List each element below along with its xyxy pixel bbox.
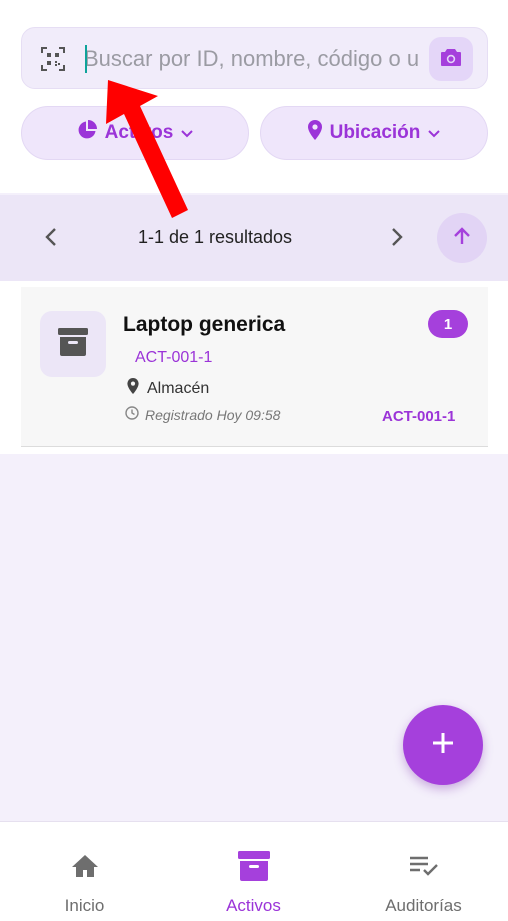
plus-icon — [431, 731, 455, 760]
asset-location: Almacén — [127, 378, 209, 399]
annotation-arrow — [106, 80, 188, 218]
asset-thumbnail — [40, 311, 106, 377]
asset-registered-label: Registrado Hoy 09:58 — [145, 406, 281, 423]
nav-item-auditorias[interactable]: Auditorías — [339, 822, 508, 921]
arrow-up-icon — [452, 226, 472, 251]
text-cursor — [85, 45, 87, 73]
sort-button[interactable] — [437, 213, 487, 263]
asset-code: ACT-001-1 — [135, 349, 213, 366]
location-pin-icon — [307, 120, 322, 146]
chevron-down-icon — [428, 122, 441, 144]
checklist-icon — [409, 850, 439, 882]
nav-label-auditorias: Auditorías — [385, 896, 462, 915]
nav-label-activos: Activos — [226, 896, 281, 915]
clock-icon — [125, 406, 139, 423]
search-input[interactable] — [84, 38, 424, 80]
qr-scan-icon[interactable] — [40, 46, 66, 72]
nav-item-inicio[interactable]: Inicio — [0, 822, 169, 921]
asset-card[interactable]: Laptop generica ACT-001-1 Almacén Regist… — [21, 287, 488, 447]
camera-icon — [440, 47, 462, 72]
filter-ubicacion-label: Ubicación — [329, 122, 421, 143]
nav-item-activos[interactable]: Activos — [169, 822, 338, 921]
asset-location-label: Almacén — [147, 379, 210, 397]
pie-chart-icon — [77, 120, 97, 146]
location-pin-icon — [127, 378, 139, 399]
quantity-badge: 1 — [428, 310, 468, 338]
chevron-left-icon[interactable] — [40, 225, 64, 249]
pagination-bar: 1-1 de 1 resultados — [0, 195, 508, 281]
nav-label-inicio: Inicio — [64, 896, 105, 915]
archive-box-icon — [57, 327, 89, 362]
home-icon — [71, 850, 99, 882]
search-bar[interactable] — [21, 27, 488, 89]
chevron-right-icon[interactable] — [384, 225, 408, 249]
search-header: Activos Ubicación — [0, 0, 508, 193]
filter-ubicacion-button[interactable]: Ubicación — [260, 106, 488, 160]
asset-registered: Registrado Hoy 09:58 — [125, 406, 280, 423]
archive-box-icon — [237, 850, 271, 882]
asset-name: Laptop generica — [123, 313, 286, 336]
asset-list: Laptop generica ACT-001-1 Almacén Regist… — [0, 281, 508, 454]
add-asset-button[interactable] — [403, 705, 483, 785]
bottom-navigation: Inicio Activos Auditorías — [0, 821, 508, 921]
results-count: 1-1 de 1 resultados — [137, 227, 293, 247]
asset-reference: ACT-001-1 — [382, 408, 456, 425]
camera-button[interactable] — [429, 37, 473, 81]
